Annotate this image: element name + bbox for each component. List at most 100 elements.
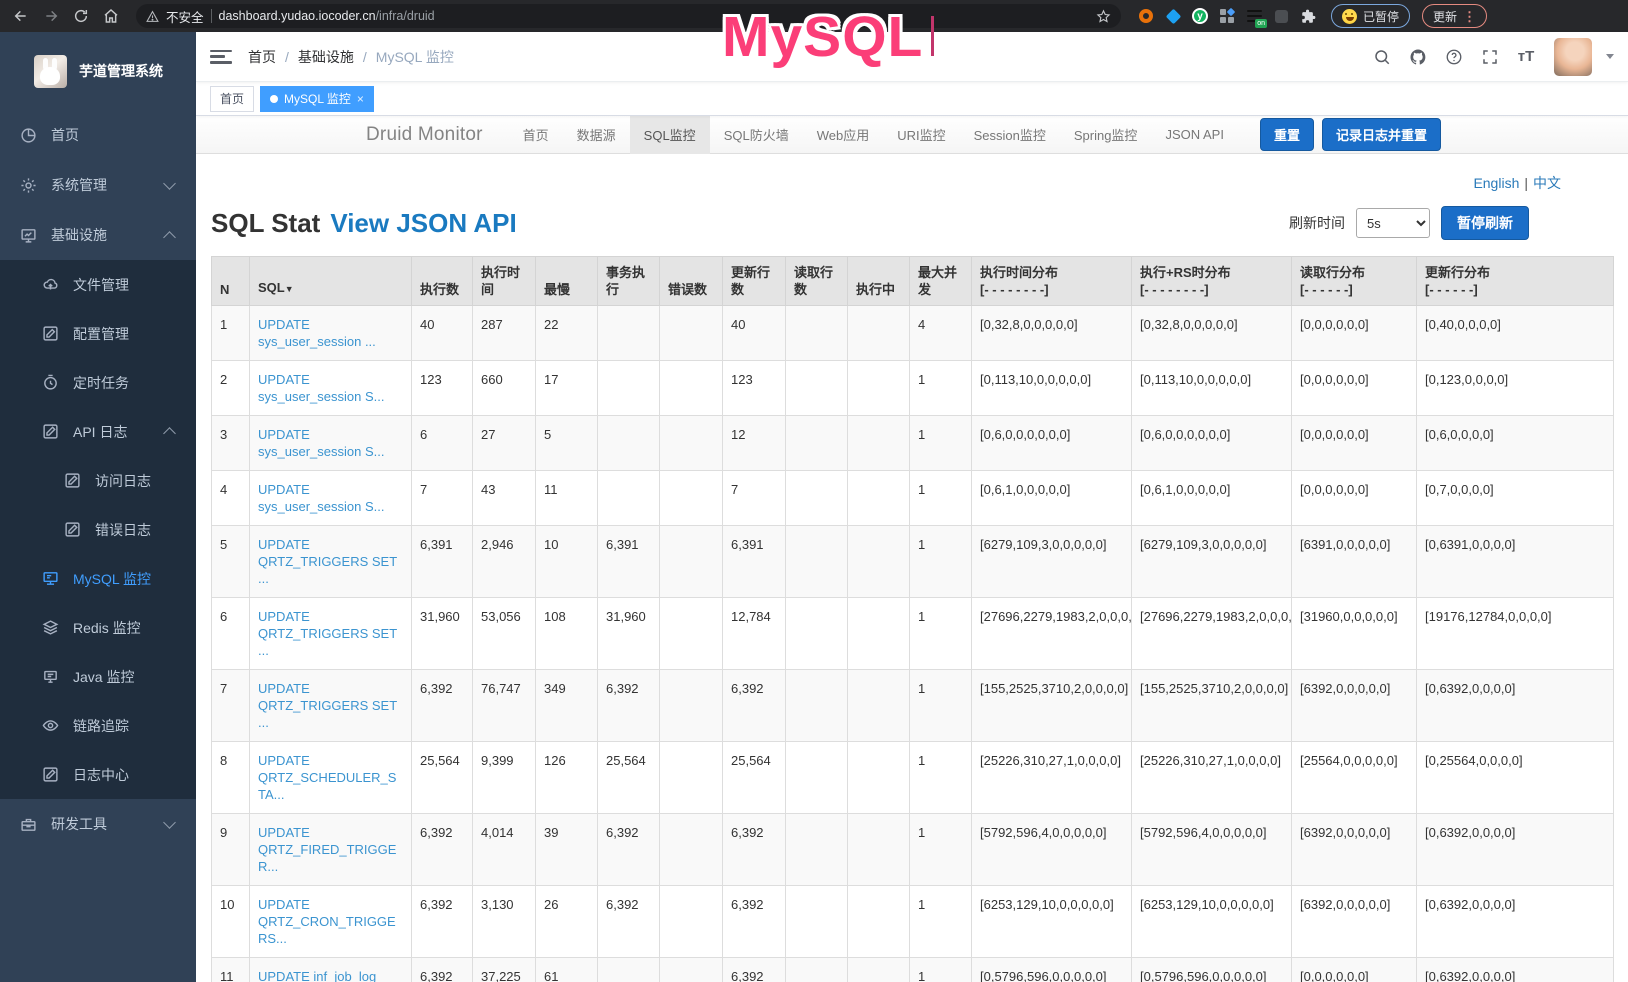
avatar[interactable]	[1554, 38, 1592, 76]
breadcrumb-item[interactable]: 首页	[248, 47, 276, 67]
sidebar-item-home[interactable]: 首页	[0, 110, 196, 160]
help-icon[interactable]	[1440, 43, 1468, 71]
extension-green-icon[interactable]: y	[1191, 7, 1209, 25]
sidebar-item-trace[interactable]: 链路追踪	[0, 701, 196, 750]
sidebar-item-dev-tools[interactable]: 研发工具	[0, 799, 196, 849]
browser-update-menu[interactable]: 更新 ⋮	[1422, 4, 1487, 28]
url-text[interactable]: dashboard.yudao.iocoder.cn/infra/druid	[219, 9, 435, 23]
profile-paused-pill[interactable]: 已暂停	[1331, 4, 1410, 28]
tag-active[interactable]: MySQL 监控×	[260, 86, 374, 112]
fullscreen-icon[interactable]	[1476, 43, 1504, 71]
column-header[interactable]: 执行时间	[473, 257, 536, 306]
column-header[interactable]: 执行数	[412, 257, 473, 306]
sidebar-item-mysql-monitor[interactable]: MySQL 监控	[0, 554, 196, 603]
cell-exec-time: 37,225	[473, 958, 536, 982]
cell-update-rows: 6,392	[723, 670, 786, 742]
druid-nav-sql-firewall[interactable]: SQL防火墙	[710, 116, 803, 154]
column-header[interactable]: 事务执行	[598, 257, 660, 306]
hamburger-icon[interactable]	[210, 48, 232, 66]
column-header[interactable]: 最大并发	[910, 257, 972, 306]
column-header-scale: [- - - - - - - -]	[1140, 281, 1283, 298]
sql-link[interactable]: UPDATE QRTZ_TRIGGERS SET ...	[258, 609, 397, 658]
cell-tx-count: 6,392	[598, 886, 660, 958]
druid-nav-sql-monitor[interactable]: SQL监控	[630, 116, 710, 154]
sidebar-logo[interactable]: 芋道管理系统	[0, 32, 196, 110]
column-header[interactable]: 最慢	[536, 257, 598, 306]
column-header[interactable]: 读取行数	[786, 257, 848, 306]
log-and-reset-button[interactable]: 记录日志并重置	[1322, 118, 1441, 151]
sidebar-item-java-monitor[interactable]: Java 监控	[0, 652, 196, 701]
sidebar-item-redis-monitor[interactable]: Redis 监控	[0, 603, 196, 652]
column-header[interactable]: N	[212, 257, 250, 306]
browser-forward-icon[interactable]	[38, 3, 64, 29]
column-header[interactable]: 更新行分布[- - - - - -]	[1417, 257, 1614, 306]
column-header[interactable]: SQL▼	[250, 257, 412, 306]
cell-fetch-rows	[786, 814, 848, 886]
lang-chinese-link[interactable]: 中文	[1533, 175, 1561, 191]
bookmark-star-icon[interactable]	[1096, 9, 1111, 24]
close-icon[interactable]: ×	[357, 93, 364, 105]
column-header[interactable]: 错误数	[660, 257, 723, 306]
sql-link[interactable]: UPDATE QRTZ_TRIGGERS SET ...	[258, 681, 397, 730]
browser-home-icon[interactable]	[98, 3, 124, 29]
column-header[interactable]: 执行+RS时分布[- - - - - - - -]	[1132, 257, 1292, 306]
column-header[interactable]: 执行中	[848, 257, 910, 306]
druid-nav-datasource[interactable]: 数据源	[563, 116, 630, 154]
text-size-icon[interactable]: ᴛT	[1512, 43, 1540, 71]
refresh-interval-select[interactable]: 5s	[1356, 208, 1430, 238]
sql-link[interactable]: UPDATE QRTZ_TRIGGERS SET ...	[258, 537, 397, 586]
sidebar-item-access-log[interactable]: 访问日志	[0, 456, 196, 505]
cell-error-count	[660, 361, 723, 416]
security-label[interactable]: 不安全	[166, 7, 204, 26]
sql-link[interactable]: UPDATE QRTZ_CRON_TRIGGERS...	[258, 897, 396, 946]
druid-nav-uri-monitor[interactable]: URI监控	[883, 116, 959, 154]
search-icon[interactable]	[1368, 43, 1396, 71]
extension-kite-icon[interactable]	[1164, 7, 1182, 25]
breadcrumb-item[interactable]: 基础设施	[298, 47, 354, 67]
extension-donut-icon[interactable]	[1137, 7, 1155, 25]
reset-button[interactable]: 重置	[1260, 118, 1314, 151]
sidebar-item-log-center[interactable]: 日志中心	[0, 750, 196, 799]
sql-link[interactable]: UPDATE sys_user_session S...	[258, 482, 384, 514]
extension-squares-icon[interactable]	[1218, 7, 1236, 25]
github-icon[interactable]	[1404, 43, 1432, 71]
sql-link[interactable]: UPDATE QRTZ_FIRED_TRIGGER...	[258, 825, 396, 874]
sidebar-item-system-management[interactable]: 系统管理	[0, 160, 196, 210]
avatar-caret-icon[interactable]	[1606, 54, 1614, 59]
sidebar-item-file-management[interactable]: 文件管理	[0, 260, 196, 309]
cell-exec-count: 6,392	[412, 958, 473, 982]
tag-item[interactable]: 首页	[210, 86, 254, 112]
sql-link[interactable]: UPDATE sys_user_session S...	[258, 372, 384, 404]
lang-english-link[interactable]: English	[1473, 175, 1519, 191]
browser-reload-icon[interactable]	[68, 3, 94, 29]
column-header[interactable]: 执行时间分布[- - - - - - - -]	[972, 257, 1132, 306]
sidebar-item-label: 错误日志	[95, 520, 151, 540]
extensions-puzzle-icon[interactable]	[1299, 7, 1317, 25]
sidebar-item-api-logs[interactable]: API 日志	[0, 407, 196, 456]
mysql-monitor-icon	[42, 570, 59, 587]
browser-back-icon[interactable]	[8, 3, 34, 29]
sql-link[interactable]: UPDATE sys_user_session ...	[258, 317, 376, 349]
sidebar-item-config-management[interactable]: 配置管理	[0, 309, 196, 358]
sidebar-item-error-log[interactable]: 错误日志	[0, 505, 196, 554]
extension-misc-icon[interactable]	[1272, 7, 1290, 25]
druid-nav-spring-monitor[interactable]: Spring监控	[1060, 116, 1152, 154]
druid-nav-json-api[interactable]: JSON API	[1151, 116, 1238, 154]
column-header-scale: [- - - - - -]	[1425, 281, 1605, 298]
column-header[interactable]: 读取行分布[- - - - - -]	[1292, 257, 1417, 306]
sql-link[interactable]: UPDATE sys_user_session S...	[258, 427, 384, 459]
sql-link[interactable]: UPDATE QRTZ_SCHEDULER_STA...	[258, 753, 396, 802]
browser-chrome: 不安全 dashboard.yudao.iocoder.cn/infra/dru…	[0, 0, 1628, 32]
extension-list-icon[interactable]: on	[1245, 7, 1263, 25]
address-bar[interactable]: 不安全 dashboard.yudao.iocoder.cn/infra/dru…	[136, 4, 1121, 28]
column-header[interactable]: 更新行数	[723, 257, 786, 306]
druid-nav-home[interactable]: 首页	[509, 116, 563, 154]
sql-link[interactable]: UPDATE inf_job_log SET e...	[258, 969, 376, 982]
sidebar-item-infrastructure[interactable]: 基础设施	[0, 210, 196, 260]
pause-refresh-button[interactable]: 暂停刷新	[1441, 206, 1529, 240]
view-json-api-link[interactable]: View JSON API	[330, 208, 516, 239]
druid-nav-session-monitor[interactable]: Session监控	[960, 116, 1060, 154]
druid-nav-web-app[interactable]: Web应用	[803, 116, 884, 154]
cell-slowest: 10	[536, 526, 598, 598]
sidebar-item-scheduled-jobs[interactable]: 定时任务	[0, 358, 196, 407]
